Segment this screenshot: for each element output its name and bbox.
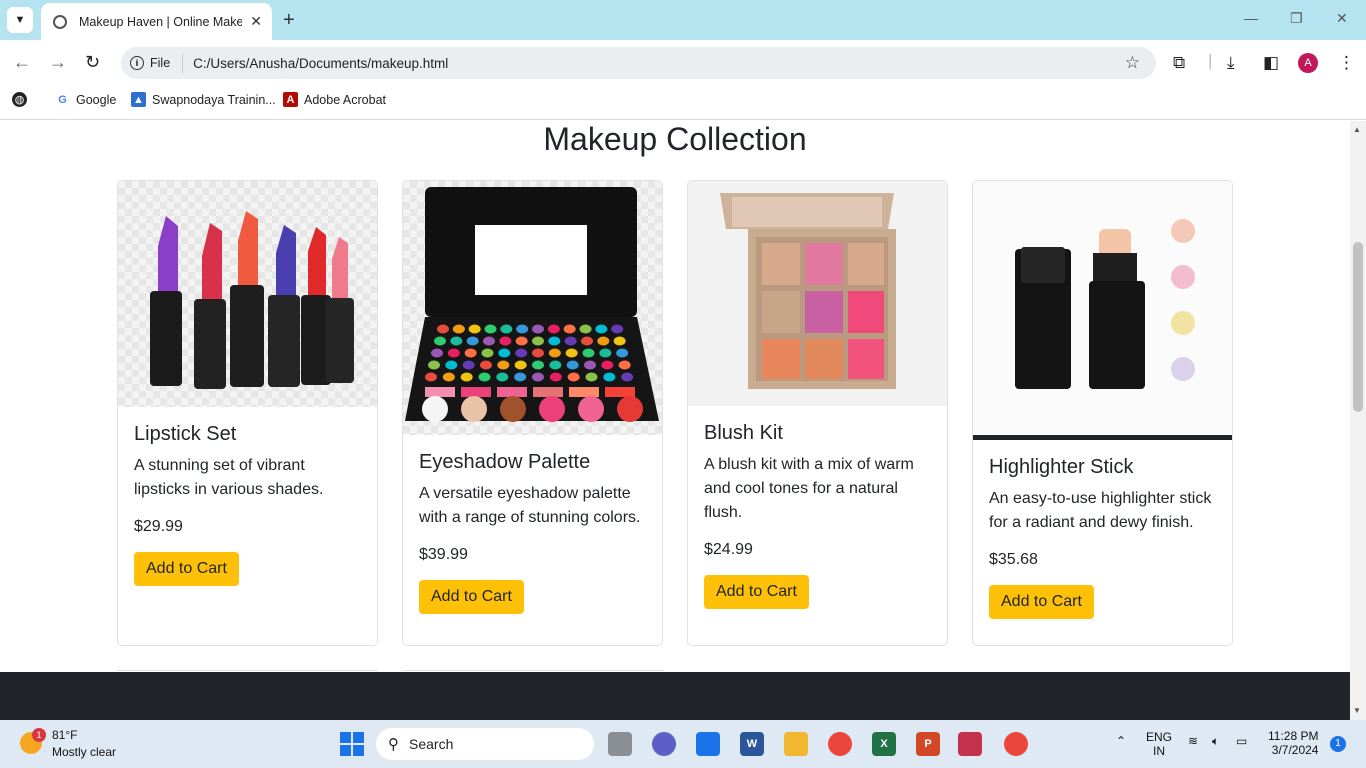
add-to-cart-button[interactable]: Add to Cart	[419, 580, 524, 614]
tab-search-button[interactable]: ▼	[7, 7, 33, 33]
product-card-lipstick: Lipstick Set A stunning set of vibrant l…	[117, 180, 378, 646]
add-to-cart-button[interactable]: Add to Cart	[704, 575, 809, 609]
language-indicator[interactable]: ENG IN	[1146, 730, 1172, 758]
bookmark-label: Google	[76, 92, 117, 107]
windows-taskbar: 1 81°F Mostly clear ⚲ Search W X P ⌃ ENG…	[0, 720, 1366, 768]
product-card-highlighter: Highlighter Stick An easy-to-use highlig…	[972, 180, 1233, 646]
restore-icon[interactable]: ❐	[1290, 10, 1303, 27]
scroll-down-icon[interactable]: ▼	[1353, 706, 1361, 715]
bookmark-label: Adobe Acrobat	[304, 92, 387, 107]
close-window-icon[interactable]: ✕	[1336, 10, 1348, 27]
clock[interactable]: 11:28 PM 3/7/2024	[1268, 729, 1318, 757]
product-price: $35.68	[989, 551, 1038, 568]
notification-badge[interactable]: 1	[1330, 736, 1346, 752]
profile-avatar[interactable]: A	[1298, 53, 1318, 73]
page-footer	[0, 672, 1350, 720]
globe-icon	[53, 14, 67, 29]
bookmark-label: Swapnodaya Trainin...	[152, 92, 276, 107]
bookmark-swapnodaya[interactable]: ▲ Swapnodaya Trainin...	[131, 92, 276, 107]
page-title: Makeup Collection	[543, 121, 807, 157]
page-viewport: Makeup Collection Lipstick Set A stunnin…	[0, 121, 1350, 720]
tray-overflow-icon[interactable]: ⌃	[1116, 734, 1126, 748]
product-name: Highlighter Stick	[989, 456, 1134, 478]
minimize-icon[interactable]: —	[1244, 10, 1258, 26]
lang-code: ENG	[1146, 730, 1173, 744]
product-price: $29.99	[134, 518, 183, 535]
product-description: A versatile eyeshadow palette with a ran…	[419, 485, 641, 526]
reload-icon[interactable]: ↻	[85, 52, 100, 73]
page-scrollbar[interactable]: ▲ ▼	[1350, 121, 1366, 720]
info-icon: i	[130, 56, 144, 70]
extensions-icon[interactable]: ⧉	[1173, 53, 1185, 73]
bookmark-acrobat[interactable]: A Adobe Acrobat	[283, 92, 386, 107]
browser-toolbar: ← → ↻ i File C:/Users/Anusha/Documents/m…	[0, 40, 1366, 86]
active-tab[interactable]: Makeup Haven | Online Makeup ✕	[41, 3, 272, 40]
wifi-icon[interactable]: ≋	[1188, 734, 1198, 748]
scroll-thumb[interactable]	[1353, 242, 1363, 412]
scroll-up-icon[interactable]: ▲	[1353, 125, 1361, 134]
side-panel-icon[interactable]: ◧	[1263, 53, 1279, 73]
highlighter-stick-image	[973, 181, 1232, 440]
chevron-down-icon: ▼	[14, 14, 26, 26]
bookmarks-bar: ◍ G Google ▲ Swapnodaya Trainin... A Ado…	[0, 86, 1366, 120]
taskbar-search-box[interactable]: ⚲ Search	[376, 728, 594, 760]
eyeshadow-palette-image	[403, 181, 662, 435]
site-info-label: File	[150, 56, 171, 70]
download-icon[interactable]: ⤓	[1227, 53, 1235, 73]
toolbar-divider: |	[1208, 51, 1213, 70]
profile-bookmark-icon: ▲	[131, 92, 146, 107]
lipstick-image	[118, 181, 377, 407]
file-explorer-icon[interactable]	[784, 732, 808, 756]
volume-icon[interactable]: 🔈︎	[1212, 734, 1219, 749]
apps-globe-icon[interactable]: ◍	[12, 92, 33, 107]
weather-desc: Mostly clear	[52, 745, 117, 759]
product-name: Lipstick Set	[134, 423, 237, 445]
clock-date: 3/7/2024	[1271, 743, 1319, 757]
google-icon: G	[58, 93, 67, 106]
tab-strip: ▼ Makeup Haven | Online Makeup ✕ + — ❐ ✕	[0, 0, 1366, 40]
back-arrow-icon[interactable]: ←	[13, 52, 31, 73]
search-icon: ⚲	[388, 736, 399, 753]
forward-arrow-icon[interactable]: →	[49, 52, 67, 73]
site-info-chip[interactable]: i File	[130, 53, 184, 73]
clock-time: 11:28 PM	[1268, 729, 1319, 743]
search-label: Search	[409, 736, 454, 752]
battery-icon[interactable]: ▭	[1236, 734, 1247, 748]
add-to-cart-button[interactable]: Add to Cart	[989, 585, 1094, 619]
product-description: An easy-to-use highlighter stick for a r…	[989, 490, 1212, 531]
menu-icon[interactable]: ⋮	[1338, 53, 1355, 73]
chrome-icon[interactable]	[828, 732, 852, 756]
bookmark-star-icon[interactable]: ☆	[1125, 53, 1140, 73]
add-to-cart-button[interactable]: Add to Cart	[134, 552, 239, 586]
weather-widget[interactable]: 1 81°F Mostly clear	[20, 728, 130, 760]
product-description: A blush kit with a mix of warm and cool …	[704, 456, 914, 521]
address-bar[interactable]: i File C:/Users/Anusha/Documents/makeup.…	[121, 47, 1156, 79]
close-tab-icon[interactable]: ✕	[250, 13, 262, 30]
word-icon[interactable]: W	[740, 732, 764, 756]
bookmark-google[interactable]: G Google	[55, 92, 116, 107]
product-name: Eyeshadow Palette	[419, 451, 591, 473]
chrome-profile-icon[interactable]	[1004, 732, 1028, 756]
teams-chat-icon[interactable]	[652, 732, 676, 756]
product-card-blush: Blush Kit A blush kit with a mix of warm…	[687, 180, 948, 646]
new-tab-button[interactable]: +	[283, 9, 295, 32]
snipping-tool-icon[interactable]	[958, 732, 982, 756]
task-view-icon[interactable]	[608, 732, 632, 756]
product-name: Blush Kit	[704, 422, 783, 444]
weather-temp: 81°F	[52, 728, 78, 742]
url-text[interactable]: C:/Users/Anusha/Documents/makeup.html	[193, 56, 448, 71]
weather-badge: 1	[32, 728, 46, 742]
excel-icon[interactable]: X	[872, 732, 896, 756]
product-description: A stunning set of vibrant lipsticks in v…	[134, 457, 324, 498]
product-price: $24.99	[704, 541, 753, 558]
powerpoint-icon[interactable]: P	[916, 732, 940, 756]
product-card-eyeshadow: Eyeshadow Palette A versatile eyeshadow …	[402, 180, 663, 646]
product-price: $39.99	[419, 546, 468, 563]
notepad-icon[interactable]	[696, 732, 720, 756]
blush-kit-image	[688, 181, 947, 406]
start-windows-icon[interactable]	[340, 732, 364, 756]
acrobat-icon: A	[283, 92, 298, 107]
lang-region: IN	[1153, 744, 1165, 758]
tab-title: Makeup Haven | Online Makeup	[79, 14, 243, 29]
